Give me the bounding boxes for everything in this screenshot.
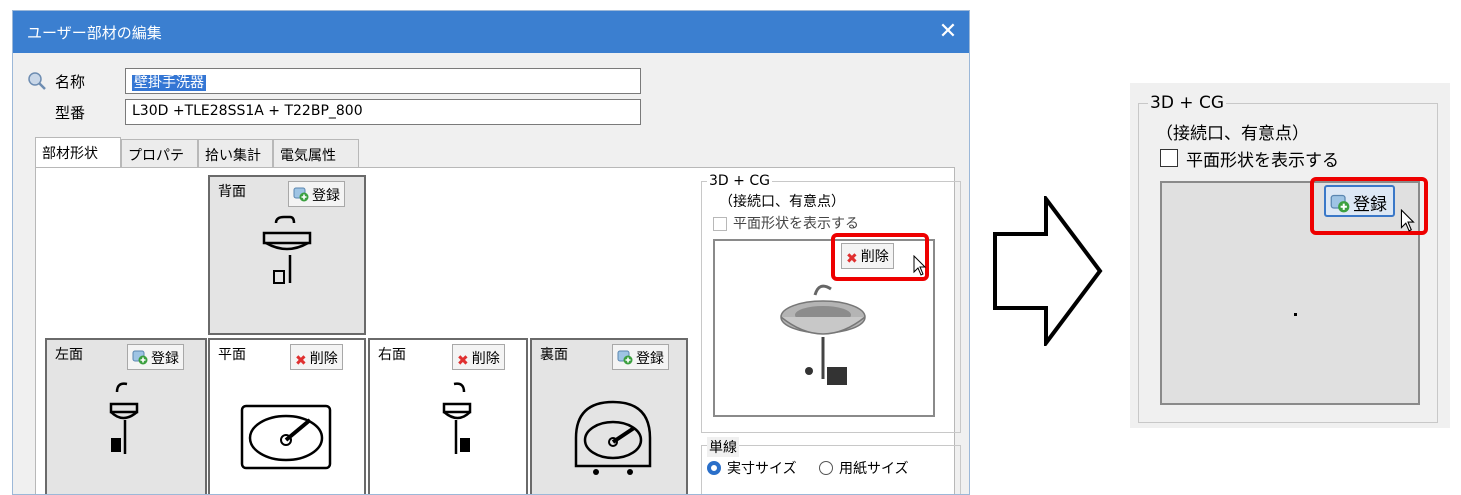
model-label: 型番 [55,104,86,122]
edit-user-part-dialog: ユーザー部材の編集 ✕ 名称 壁掛手洗器 型番 L30D +TLE28SS1A … [12,10,970,495]
close-icon[interactable]: ✕ [933,17,963,47]
right-view-label: 右面 [378,347,406,363]
left-view-label: 左面 [55,347,83,363]
register-icon [617,349,633,369]
register-icon [293,186,309,206]
left-view-pane[interactable]: 左面 登録 [45,338,207,494]
back-view-pane[interactable]: 背面 登録 [208,175,366,335]
single-line-title: 単線 [707,437,739,457]
tab-part-shape[interactable]: 部材形状 [35,137,121,168]
back-sink-drawing [262,215,312,284]
right-view-pane[interactable]: 右面 ✖ 削除 [368,338,528,494]
delete-x-icon: ✖ [295,353,307,369]
register-icon [132,349,148,369]
zoom-show-plan-checkbox[interactable] [1160,149,1178,167]
title-bar: ユーザー部材の編集 ✕ [13,11,969,53]
delete-x-icon: ✖ [457,353,469,369]
zoom-cg-title: 3D + CG [1148,93,1227,113]
zoom-mouse-cursor-icon [1400,209,1415,232]
mouse-cursor-icon [913,255,927,276]
tab-takeoff[interactable]: 拾い集計 [198,139,273,167]
tab-electric[interactable]: 電気属性 [273,139,359,167]
right-delete-button[interactable]: ✖ 削除 [452,344,505,370]
actual-size-radio[interactable] [707,461,721,475]
plan-view-label: 平面 [218,347,246,363]
plan-delete-label: 削除 [309,351,338,367]
show-plan-checkbox[interactable] [713,217,727,231]
plan-delete-button[interactable]: ✖ 削除 [290,344,343,370]
name-field[interactable]: 壁掛手洗器 [125,68,641,94]
rear-register-label: 登録 [636,351,664,367]
right-delete-label: 削除 [471,351,500,367]
cg-group-title: 3D + CG [707,173,772,189]
name-label: 名称 [55,73,86,91]
model-field[interactable]: L30D +TLE28SS1A + T22BP_800 [125,99,641,125]
cg-sink-3d-drawing [780,284,866,385]
back-view-label: 背面 [218,184,246,200]
cg-group-subtitle: （接続口、有意点） [719,194,845,210]
rear-view-label: 裏面 [540,347,568,363]
dialog-title: ユーザー部材の編集 [27,24,162,42]
show-plan-label: 平面形状を表示する [733,216,859,232]
zoomed-cg-panel: 3D + CG （接続口、有意点） 平面形状を表示する 登録 [1130,83,1450,428]
rear-view-pane[interactable]: 裏面 登録 [530,338,688,494]
left-register-label: 登録 [151,351,179,367]
back-register-button[interactable]: 登録 [288,181,345,207]
left-sink-drawing [109,382,139,454]
right-arrow-icon [993,196,1103,346]
back-register-label: 登録 [312,188,340,204]
zoom-cg-subtitle: （接続口、有意点） [1156,124,1309,144]
right-sink-drawing [442,382,472,454]
tab-properties[interactable]: プロパティ [121,139,198,184]
paper-size-label: 用紙サイズ [839,461,909,477]
name-icon [27,71,47,95]
name-value: 壁掛手洗器 [132,75,206,91]
rear-sink-drawing [574,400,652,475]
rear-register-button[interactable]: 登録 [612,344,669,370]
zoom-show-plan-label: 平面形状を表示する [1186,151,1339,171]
model-value: L30D +TLE28SS1A + T22BP_800 [132,103,363,119]
plan-view-pane[interactable]: 平面 ✖ 削除 [208,338,366,494]
paper-size-radio[interactable] [819,461,833,475]
plan-sink-drawing [240,404,332,470]
left-register-button[interactable]: 登録 [127,344,184,370]
actual-size-label: 実寸サイズ [727,461,797,477]
origin-point [1294,313,1297,316]
